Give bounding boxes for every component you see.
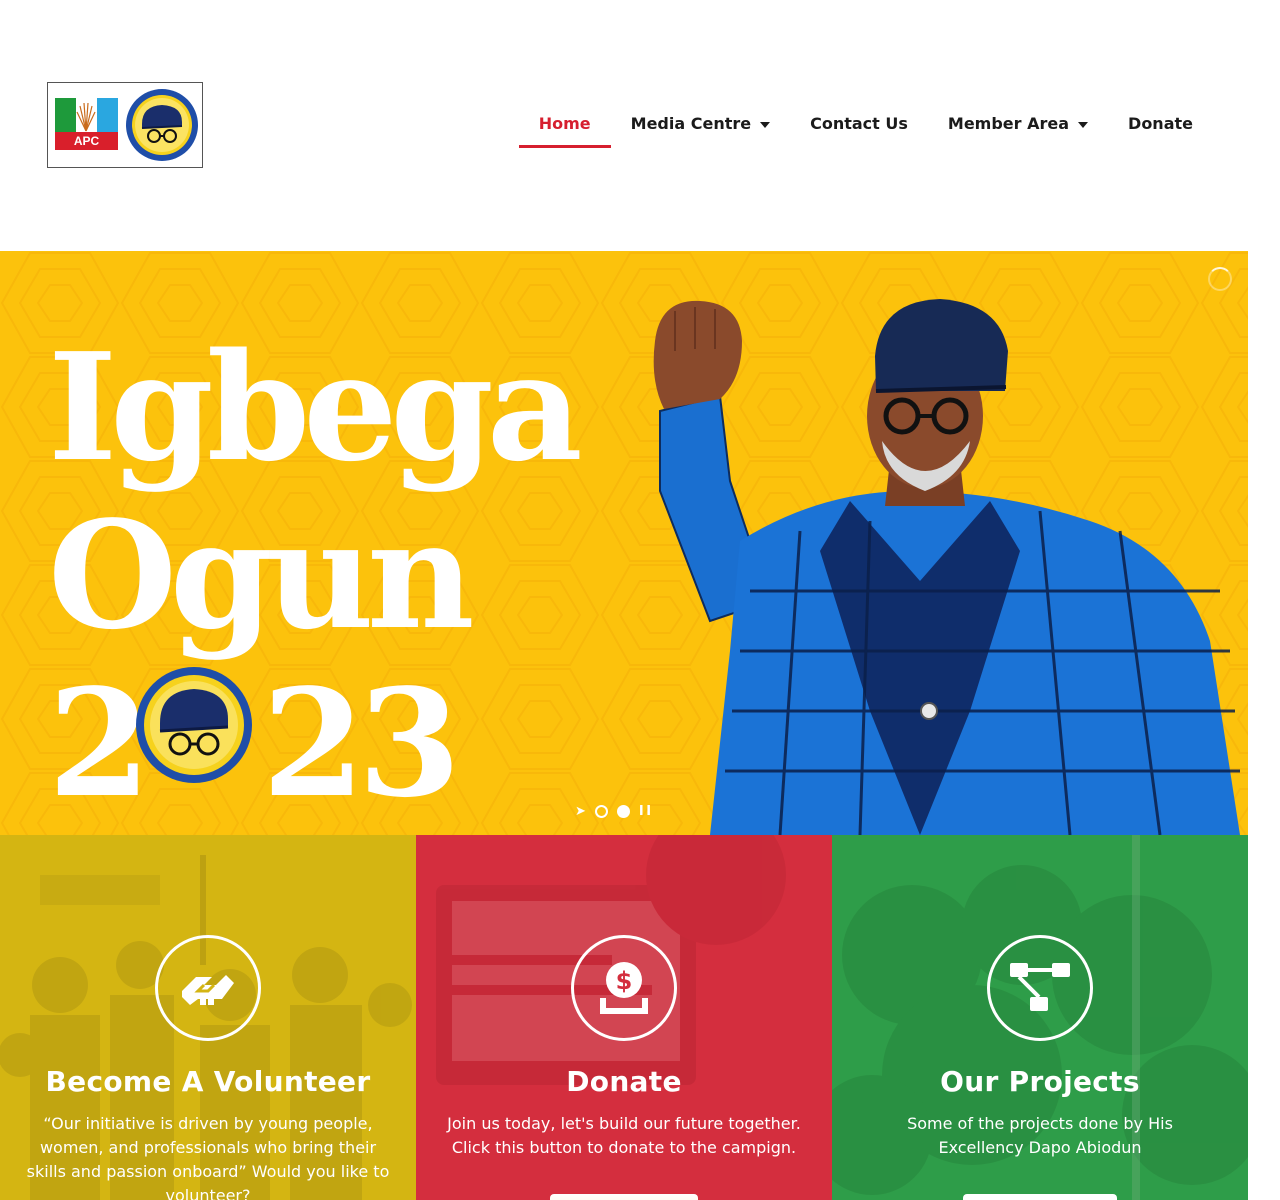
nav-donate[interactable]: Donate <box>1108 104 1213 148</box>
donate-icon: $ <box>571 935 677 1041</box>
site-logo[interactable]: APC <box>47 82 203 168</box>
nav-member-area-label: Member Area <box>947 114 1070 133</box>
hero-title-line-2: Ogun <box>48 488 475 662</box>
projects-card: Our Projects Some of the projects done b… <box>832 835 1248 1200</box>
feature-cards: Become A Volunteer “Our initiative is dr… <box>0 835 1248 1200</box>
donate-card-text: Join us today, let's build our future to… <box>447 1114 801 1157</box>
apc-label: APC <box>55 132 118 150</box>
nav-donate-label: Donate <box>1128 114 1193 133</box>
donate-card-title: Donate <box>566 1065 682 1098</box>
nav-home[interactable]: Home <box>518 104 611 148</box>
projects-card-title: Our Projects <box>940 1065 1140 1098</box>
hero-title-year: 2 23 <box>48 659 576 827</box>
site-header: APC Home Media Centre Contact Us Member … <box>0 0 1248 251</box>
nav-contact-us-label: Contact Us <box>810 114 908 133</box>
donate-card-button[interactable] <box>550 1194 698 1200</box>
cap-badge-icon <box>136 667 252 783</box>
slider-controls: ➤ I I <box>575 804 651 819</box>
slider-dot-1[interactable] <box>594 805 608 818</box>
candidate-portrait <box>653 299 1240 835</box>
chevron-down-icon <box>1078 122 1089 128</box>
slider-dot-2[interactable] <box>616 805 630 818</box>
nav-media-centre[interactable]: Media Centre <box>611 104 790 148</box>
nav-member-area[interactable]: Member Area <box>928 104 1108 148</box>
volunteer-card-text: “Our initiative is driven by young peopl… <box>26 1114 390 1200</box>
apc-flag-logo: APC <box>55 98 118 150</box>
projects-card-button[interactable] <box>963 1194 1117 1200</box>
donate-card: $ Donate Join us today, let's build our … <box>416 835 832 1200</box>
cap-badge-icon <box>126 89 198 161</box>
hero-year-suffix: 23 <box>261 656 461 830</box>
hero-title-line-1: Igbega <box>48 320 583 494</box>
nav-media-centre-label: Media Centre <box>630 114 752 133</box>
hero-year-prefix: 2 <box>48 656 151 830</box>
nav-contact-us[interactable]: Contact Us <box>790 104 928 148</box>
projects-card-text: Some of the projects done by His Excelle… <box>907 1114 1173 1157</box>
svg-text:$: $ <box>616 967 633 995</box>
play-icon[interactable]: ➤ <box>575 804 586 819</box>
handshake-icon <box>155 935 261 1041</box>
volunteer-card: Become A Volunteer “Our initiative is dr… <box>0 835 416 1200</box>
volunteer-card-title: Become A Volunteer <box>45 1065 371 1098</box>
hero-slider: Igbega Ogun 2 23 ➤ I I <box>0 251 1248 835</box>
hero-title: Igbega Ogun 2 23 <box>48 320 583 827</box>
main-nav: Home Media Centre Contact Us Member Area… <box>518 104 1213 148</box>
sitemap-icon <box>987 935 1093 1041</box>
pause-icon[interactable]: I I <box>639 804 651 819</box>
loading-spinner-icon <box>1208 267 1232 291</box>
chevron-down-icon <box>760 122 771 128</box>
nav-home-label: Home <box>538 114 591 133</box>
